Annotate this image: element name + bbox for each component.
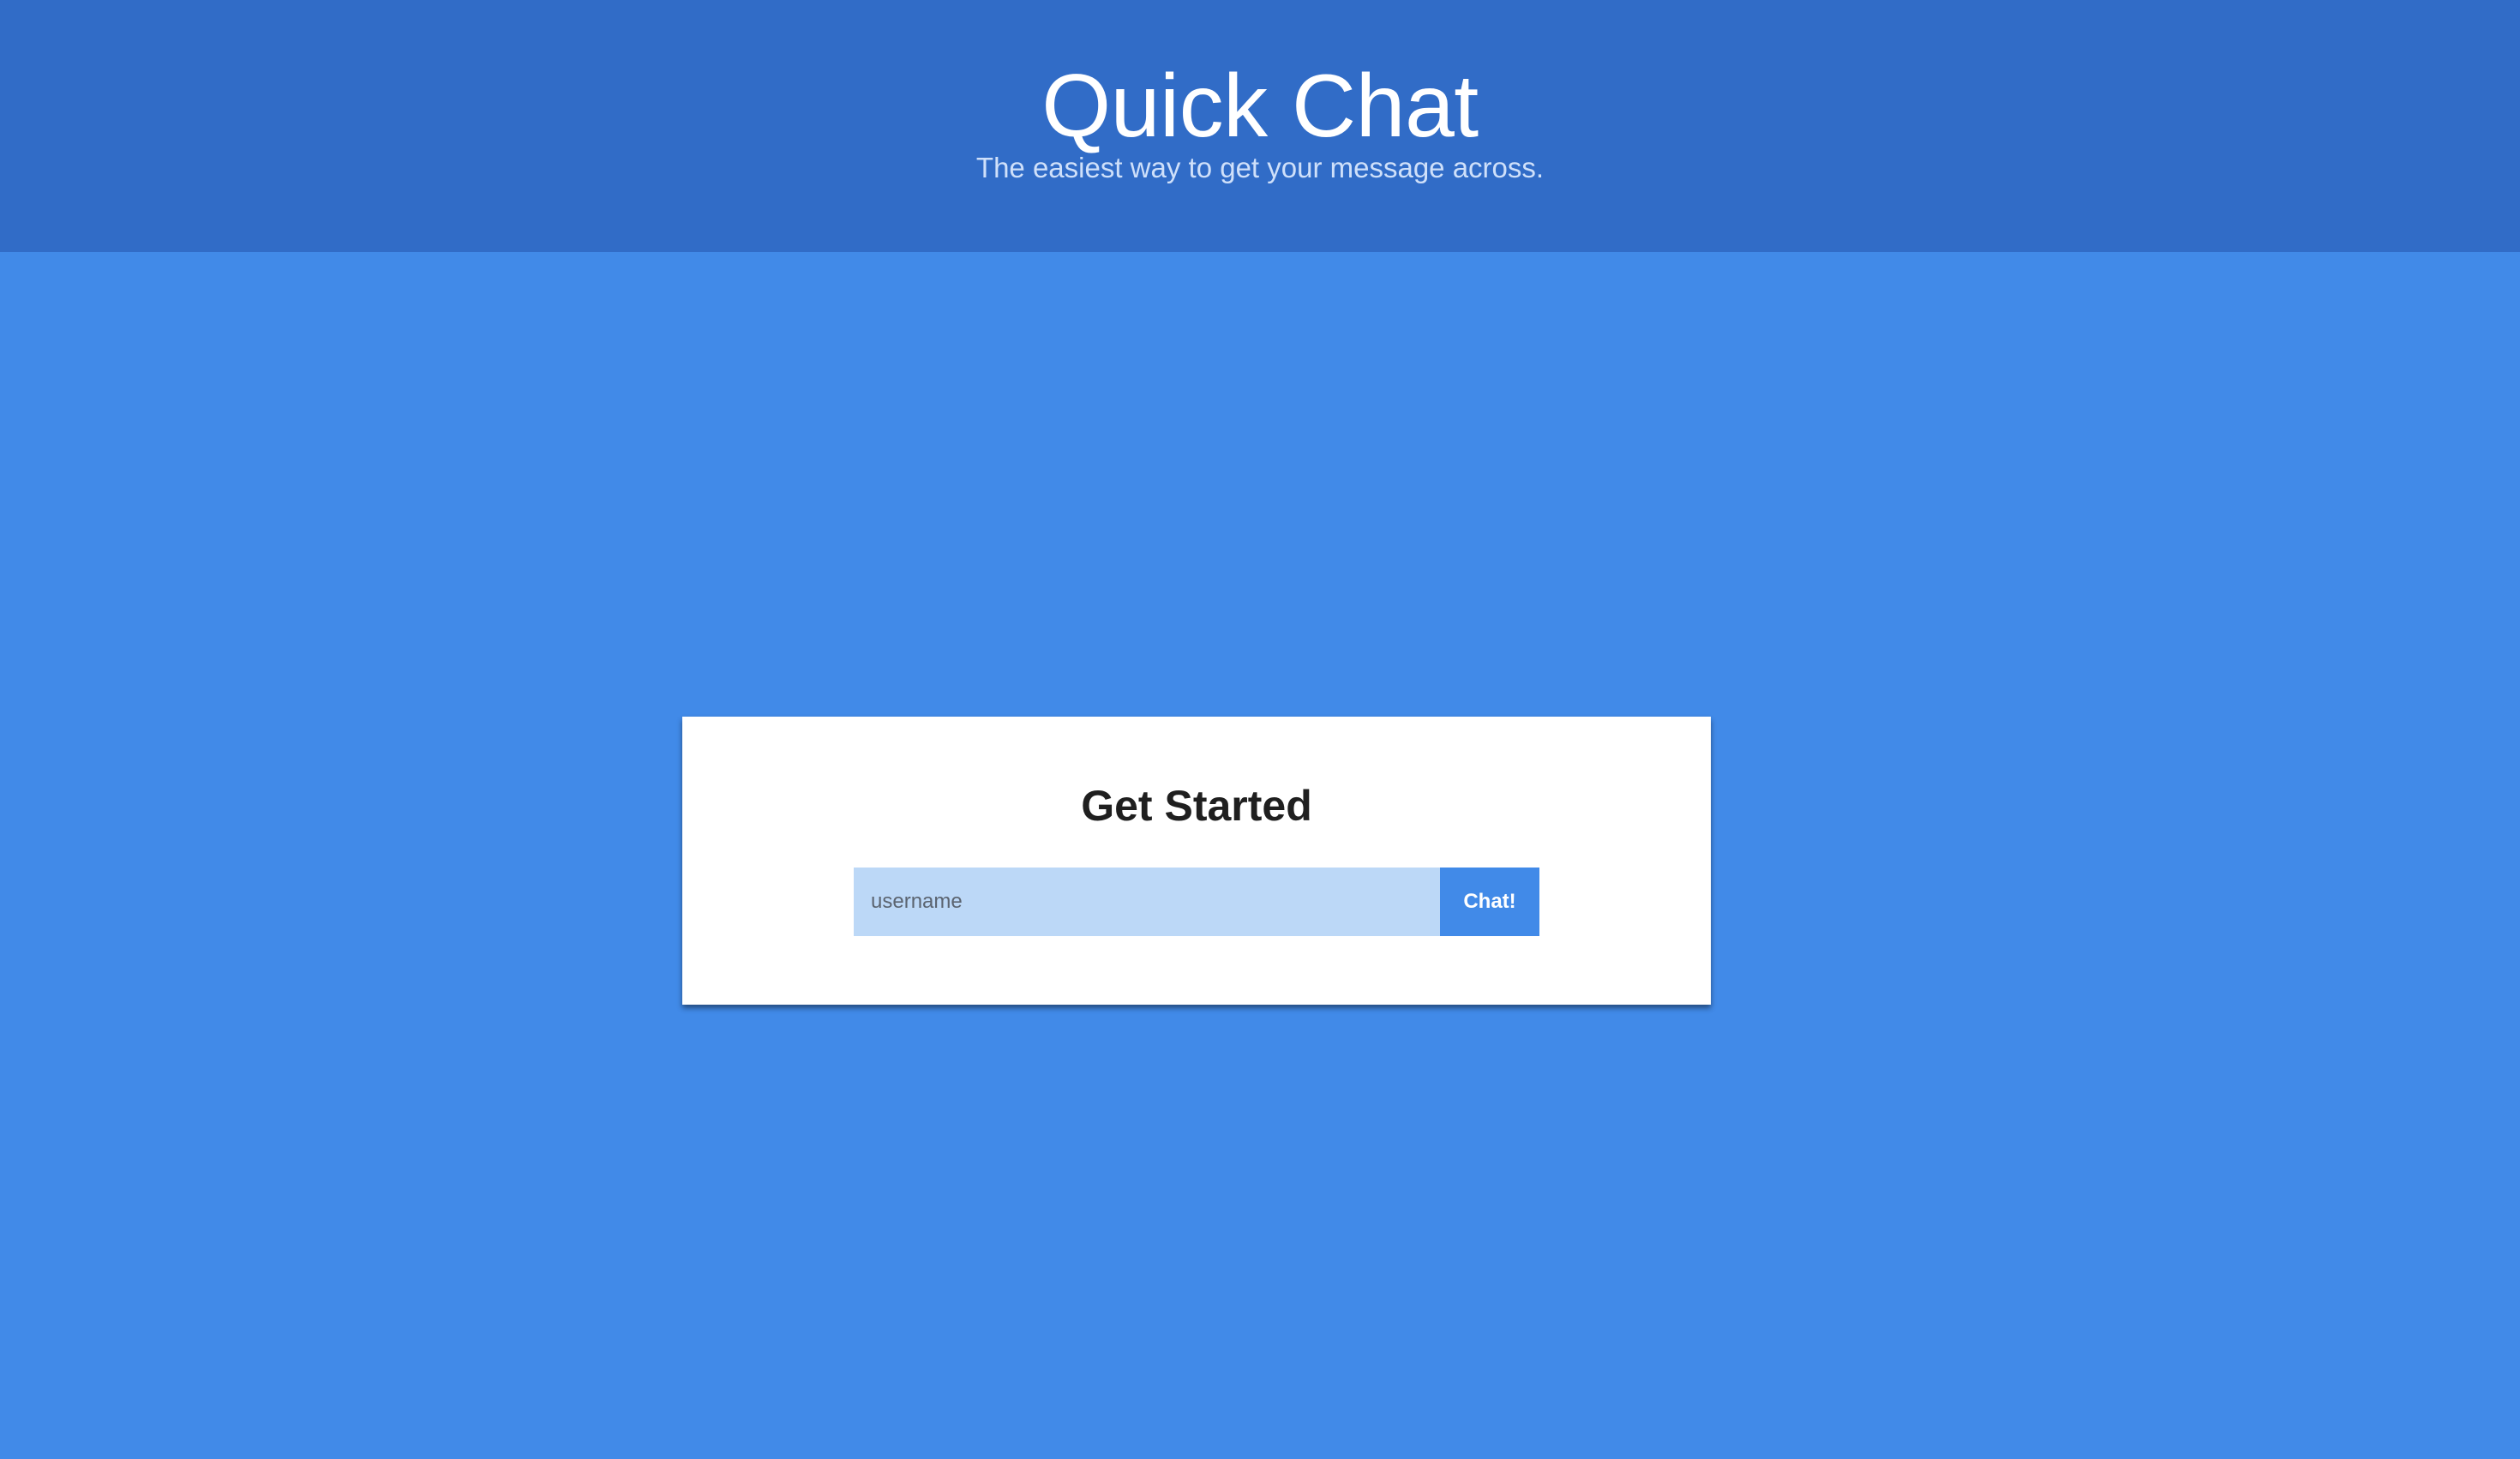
app-title: Quick Chat: [1041, 57, 1479, 156]
card-title: Get Started: [1081, 782, 1312, 830]
chat-button[interactable]: Chat!: [1440, 868, 1539, 936]
app-subtitle: The easiest way to get your message acro…: [975, 152, 1545, 183]
app-header: Quick Chat The easiest way to get your m…: [0, 0, 2520, 252]
username-form: Chat!: [854, 868, 1539, 936]
get-started-card: Get Started Chat!: [682, 717, 1711, 1005]
username-input[interactable]: [854, 868, 1440, 936]
